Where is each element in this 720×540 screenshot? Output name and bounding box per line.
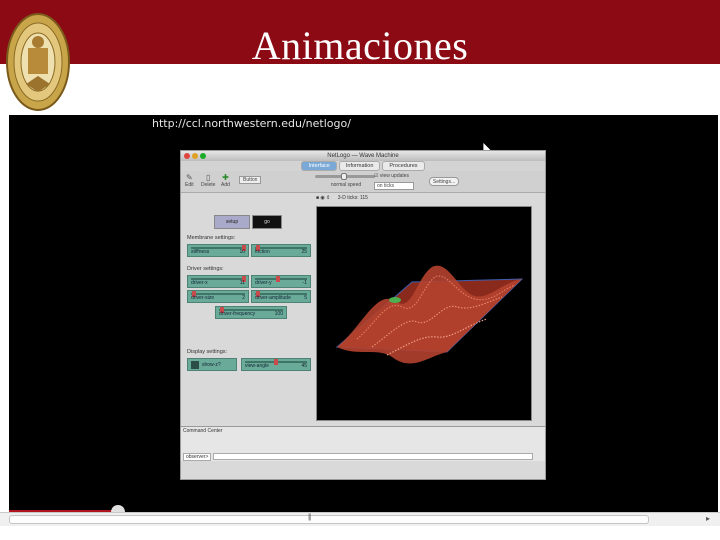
driver-settings-label: Driver settings: [187,266,224,272]
tab-interface[interactable]: Interface [301,161,337,171]
speed-label: normal speed [330,182,362,188]
show-z-switch[interactable]: show-z? [187,358,237,371]
window-titlebar: NetLogo — Wave Machine [181,151,545,161]
tab-procedures[interactable]: Procedures [382,161,425,171]
netlogo-url: http://ccl.northwestern.edu/netlogo/ [152,117,351,130]
view-header: ■ ◉ ⇕ 3-D ticks: 115 [316,195,368,201]
wave-membrane-graphic [335,265,524,364]
plus-icon: ✚ [222,173,229,182]
horizontal-scrollbar[interactable]: ||| ▸ [0,512,720,526]
settings-button[interactable]: Settings... [429,177,459,186]
scrollbar-thumb[interactable] [9,515,649,524]
tab-information[interactable]: Information [338,161,381,171]
driver-size-slider[interactable]: driver-size 2 [187,290,249,303]
setup-button[interactable]: setup [214,215,250,229]
world-view-3d[interactable] [316,206,532,421]
update-mode-select[interactable]: on ticks [374,182,414,190]
slide-title: Animaciones [251,23,469,68]
observer-select[interactable]: observer> [183,453,212,461]
window-controls[interactable] [184,153,206,159]
go-button[interactable]: go [252,215,282,229]
driver-amplitude-slider[interactable]: driver-amplitude 5 [251,290,311,303]
view-controls-icon[interactable]: ■ ◉ ⇕ [316,195,330,201]
tab-bar: Interface Information Procedures [181,161,545,171]
video-frame[interactable]: http://ccl.northwestern.edu/netlogo/ Net… [9,115,718,512]
speed-slider-knob[interactable] [341,173,347,180]
scrollbar-grip-icon: ||| [308,514,312,521]
interface-toolbar: ✎ Edit ▯ Delete ✚ Add Button normal spee… [181,171,545,193]
driver-y-slider[interactable]: driver-y -1 [251,275,311,288]
command-center-label: Command Center [183,428,223,434]
membrane-settings-label: Membrane settings: [187,235,236,241]
driver-x-slider[interactable]: driver-x 11 [187,275,249,288]
driver-marker [389,297,401,303]
command-input[interactable] [213,453,533,460]
university-seal-icon [6,13,70,111]
view-updates-checkbox[interactable]: ☑ view updates [374,173,409,179]
delete-button[interactable]: ▯ Delete [201,173,215,188]
pencil-icon: ✎ [185,173,193,182]
driver-frequency-slider[interactable]: driver-frequency 100 [215,306,287,319]
widget-type-select[interactable]: Button [239,176,262,184]
switch-toggle[interactable] [191,361,199,369]
add-button[interactable]: ✚ Add [221,173,230,188]
window-title: NetLogo — Wave Machine [327,153,399,159]
trash-icon: ▯ [206,173,211,182]
scroll-right-arrow-icon[interactable]: ▸ [706,514,710,523]
edit-button[interactable]: ✎ Edit [185,173,194,188]
interface-panel: setup go Membrane settings: stiffness 10 … [181,193,545,461]
display-settings-label: Display settings: [187,349,228,355]
command-center: Command Center observer> [181,426,545,461]
friction-slider[interactable]: friction 25 [251,244,311,257]
stiffness-slider[interactable]: stiffness 10 [187,244,249,257]
netlogo-window: NetLogo — Wave Machine Interface Informa… [180,150,546,480]
view-angle-slider[interactable]: view-angle 45 [241,358,311,371]
